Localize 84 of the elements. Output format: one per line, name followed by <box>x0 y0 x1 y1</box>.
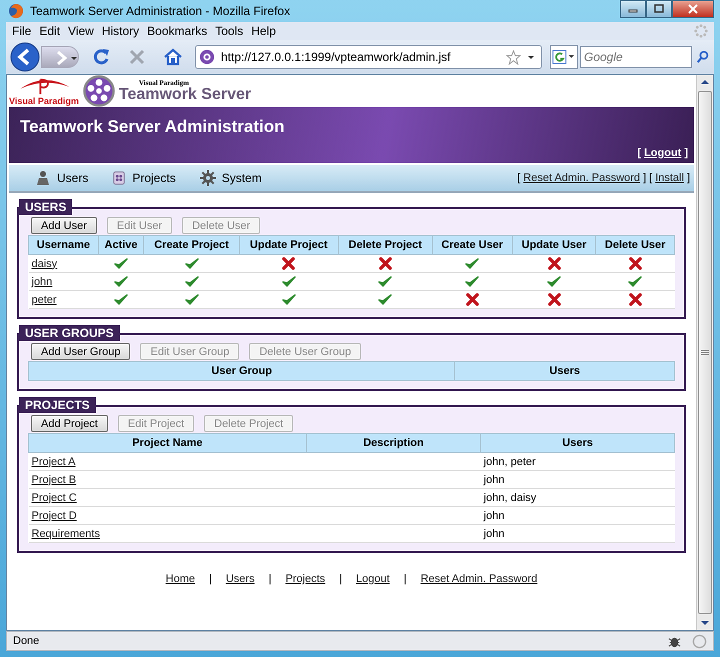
search-field[interactable]: Google <box>580 46 692 68</box>
separator: | <box>404 573 407 585</box>
grip-icon <box>701 350 709 356</box>
back-button[interactable] <box>10 42 40 72</box>
footer-link[interactable]: Home <box>166 573 195 585</box>
action-button[interactable]: Add User Group <box>31 343 130 360</box>
nav-link[interactable]: Install <box>655 172 684 184</box>
separator: | <box>208 573 212 585</box>
column-header: Create Project <box>144 236 240 254</box>
user-link[interactable]: peter <box>32 294 57 306</box>
address-bar[interactable]: http://127.0.0.1:1999/vpteamwork/admin.jsf <box>195 45 542 69</box>
column-header: User Group <box>28 362 455 380</box>
section-title: USERS <box>19 199 72 215</box>
column-header: Update User <box>512 236 596 254</box>
menu-item[interactable]: Help <box>247 24 280 38</box>
footer-link[interactable]: Logout <box>356 573 390 585</box>
column-header: Active <box>98 236 144 254</box>
bracket: ] <box>686 172 690 184</box>
table-cell: john <box>484 474 504 486</box>
footer-link[interactable]: Reset Admin. Password <box>420 573 538 585</box>
column-header: Description <box>306 434 481 452</box>
maximize-icon <box>654 4 664 14</box>
column-header: Users <box>454 362 674 380</box>
close-icon <box>688 4 698 14</box>
table-cell: john <box>484 528 504 540</box>
menu-item[interactable]: View <box>64 24 98 38</box>
action-button[interactable]: Add User <box>31 217 97 234</box>
page-title: Teamwork Server Administration <box>20 117 286 137</box>
throbber-icon <box>694 24 708 38</box>
column-header: Users <box>480 434 674 452</box>
table-cell: john <box>484 510 504 522</box>
window-title: Teamwork Server Administration - Mozilla Firefox <box>30 4 292 18</box>
maximize-button[interactable] <box>646 0 672 18</box>
bracket: ] <box>643 172 646 184</box>
gear-icon <box>200 170 216 186</box>
search-icon[interactable] <box>696 50 710 64</box>
project-icon <box>112 170 126 186</box>
project-link[interactable]: Project A <box>32 456 76 468</box>
user-link[interactable]: john <box>32 276 52 288</box>
project-link[interactable]: Project B <box>32 474 76 486</box>
footer-link[interactable]: Projects <box>285 573 326 585</box>
home-icon[interactable] <box>163 47 183 67</box>
footer-link[interactable]: Users <box>226 573 255 585</box>
nav-link[interactable]: Reset Admin. Password <box>523 172 640 184</box>
project-link[interactable]: Project D <box>32 510 77 522</box>
search-engine-icon[interactable] <box>550 45 578 69</box>
nav-tab[interactable]: Users <box>57 171 88 185</box>
column-header: Create User <box>432 236 512 254</box>
column-header: Project Name <box>28 434 306 452</box>
nav-tab[interactable]: System <box>222 171 262 185</box>
column-header: Username <box>28 236 98 254</box>
logout-link[interactable]: Logout <box>644 147 682 159</box>
bracket: [ <box>637 147 642 159</box>
nav-tab[interactable]: Projects <box>132 171 176 185</box>
reload-icon[interactable] <box>91 47 111 67</box>
column-header: Delete Project <box>338 236 432 254</box>
menu-item[interactable]: Tools <box>211 24 248 38</box>
menu-item[interactable]: History <box>98 24 144 38</box>
column-header: Delete User <box>596 236 674 254</box>
people-icon <box>35 170 51 186</box>
action-button[interactable]: Add Project <box>31 415 108 432</box>
bracket: [ <box>517 172 520 184</box>
table-cell: john, peter <box>484 456 536 468</box>
bracket: [ <box>649 172 652 184</box>
table-cell: john, daisy <box>484 492 536 504</box>
separator: | <box>268 573 272 585</box>
menu-item[interactable]: Bookmarks <box>143 24 212 38</box>
status-text: Done <box>13 635 40 647</box>
scrollbar[interactable] <box>696 75 713 630</box>
project-link[interactable]: Requirements <box>32 528 100 540</box>
project-link[interactable]: Project C <box>32 492 77 504</box>
close-button[interactable] <box>672 0 714 18</box>
separator: | <box>339 573 342 585</box>
menu-item[interactable]: Edit <box>35 24 64 38</box>
brand-name: Visual Paradigm <box>9 96 79 106</box>
menu-item[interactable]: File <box>8 24 36 38</box>
bracket: ] <box>684 147 688 159</box>
section-title: USER GROUPS <box>19 325 120 341</box>
minimize-button[interactable] <box>620 0 646 18</box>
firefox-icon <box>8 3 24 19</box>
section-title: PROJECTS <box>19 397 96 413</box>
user-link[interactable]: daisy <box>32 258 58 270</box>
product-name: Teamwork Server <box>118 86 252 102</box>
column-header: Update Project <box>239 236 338 254</box>
